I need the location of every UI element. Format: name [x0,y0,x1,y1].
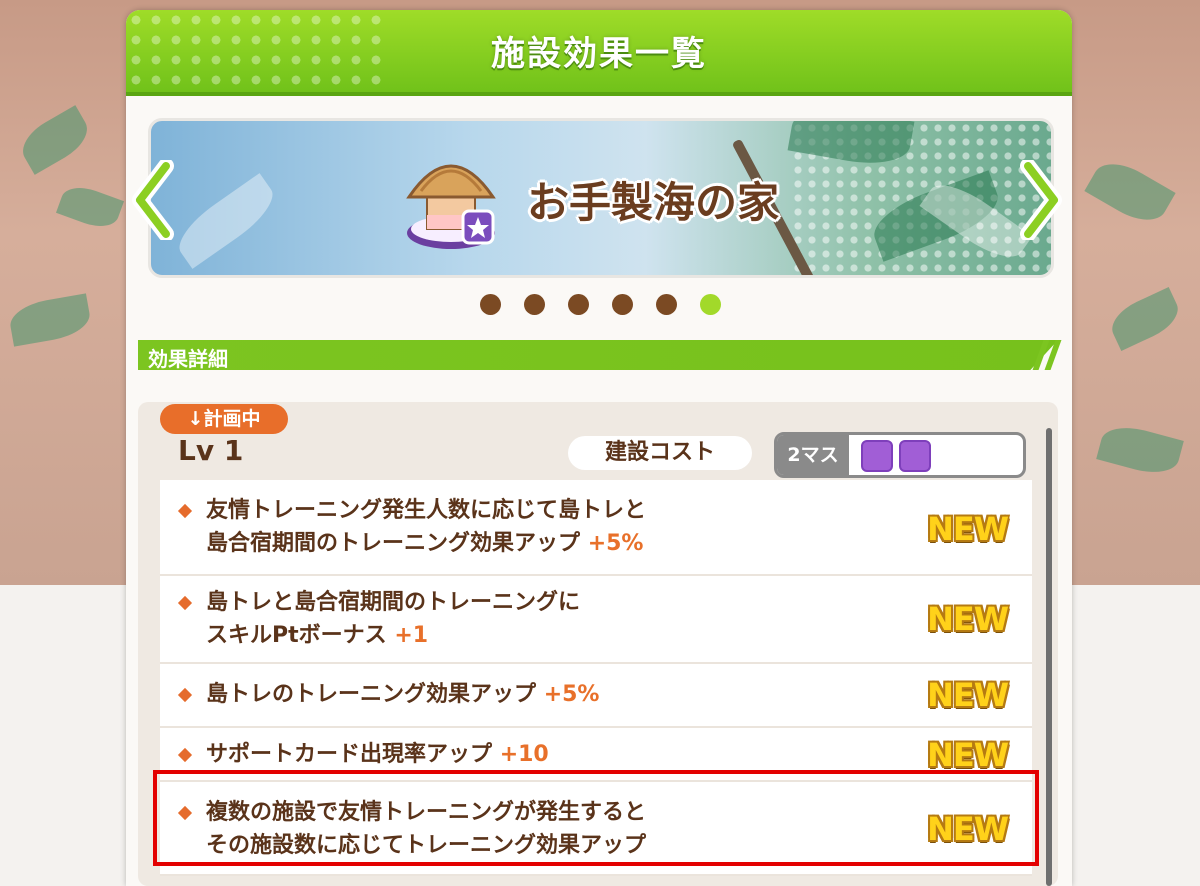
effect-line: サポートカード出現率アップ [206,742,493,767]
beach-hut-icon [406,164,496,249]
pagination-dot[interactable] [524,294,545,315]
bullet-icon [177,503,193,519]
effect-text: 友情トレーニング発生人数に応じて島トレと 島合宿期間のトレーニング効果アップ +… [206,494,646,560]
pagination-dot-active[interactable] [700,294,721,315]
scrollbar-thumb[interactable] [1046,428,1052,886]
build-cost-display: 2マス [774,432,1026,478]
effect-line: 島トレと島合宿期間のトレーニングに [206,590,581,615]
new-badge: NEW [927,736,1009,774]
background-leaf [1096,420,1184,480]
effect-text: 島トレのトレーニング効果アップ +5% [206,678,599,711]
facility-banner: お手製海の家 [148,118,1054,278]
pagination-dot[interactable] [656,294,677,315]
effect-line: 島トレのトレーニング効果アップ [206,682,537,707]
section-title: 効果詳細 [148,347,228,371]
background-leaf [14,105,96,175]
build-cost-label: 建設コスト [568,436,752,470]
new-badge: NEW [927,510,1009,548]
effect-text: 島トレと島合宿期間のトレーニングに スキルPtボーナス +1 [206,586,580,652]
status-badge: ↓計画中 [160,404,288,434]
modal-header: 施設効果一覧 [126,10,1072,96]
effect-bonus: +10 [499,742,549,767]
background-leaf [7,293,93,347]
bullet-icon [177,747,193,763]
cost-count: 2マス [777,435,849,475]
previous-arrow-icon[interactable] [132,160,176,240]
effect-bonus: +5% [587,531,644,556]
background-leaf [1105,286,1185,352]
cost-slot [861,440,893,472]
modal-title: 施設効果一覧 [491,34,707,74]
new-badge: NEW [927,676,1009,714]
bullet-icon [177,595,193,611]
effect-line: 友情トレーニング発生人数に応じて島トレと [206,498,647,523]
effect-line: 島合宿期間のトレーニング効果アップ [206,531,581,556]
effect-row: 島トレと島合宿期間のトレーニングに スキルPtボーナス +1 NEW [160,576,1032,664]
banner-pagination [480,294,721,318]
pagination-dot[interactable] [612,294,633,315]
new-badge: NEW [927,600,1009,638]
pagination-dot[interactable] [568,294,589,315]
level-label: Lv 1 [178,434,244,467]
background-leaf [55,180,125,234]
effect-line: スキルPtボーナス [206,623,387,648]
next-arrow-icon[interactable] [1018,160,1062,240]
bullet-icon [177,687,193,703]
pagination-dot[interactable] [480,294,501,315]
effect-text: サポートカード出現率アップ +10 [206,738,549,771]
section-header-bar [138,340,1058,370]
effect-bonus: +1 [394,623,429,648]
highlight-box [153,770,1039,866]
background-leaf [1084,152,1176,232]
facility-name: お手製海の家 [527,178,780,227]
cost-slot [899,440,931,472]
fern-leaf [169,173,283,269]
effect-row: 友情トレーニング発生人数に応じて島トレと 島合宿期間のトレーニング効果アップ +… [160,480,1032,576]
facility-effects-modal: 施設効果一覧 お手製海の家 効果詳細 ↓計画中 Lv 1 建設コスト 2マス 友… [126,10,1072,886]
effect-bonus: +5% [543,682,600,707]
effect-row: 島トレのトレーニング効果アップ +5% NEW [160,664,1032,728]
